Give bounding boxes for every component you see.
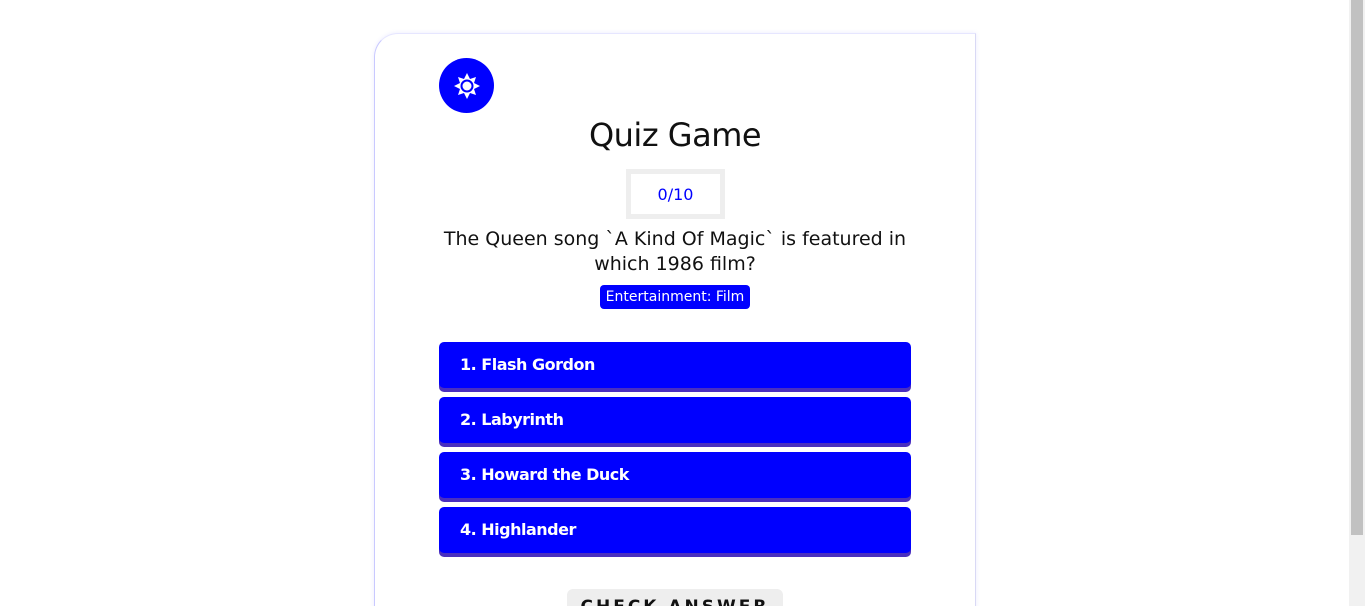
sun-gear-icon	[453, 72, 480, 99]
theme-toggle-button[interactable]	[439, 58, 494, 113]
quiz-card: Quiz Game 0/10 The Queen song `A Kind Of…	[374, 33, 976, 606]
answer-option[interactable]: 2. Labyrinth	[439, 397, 911, 443]
check-answer-button[interactable]: CHECK ANSWER	[567, 589, 783, 606]
viewport: Quiz Game 0/10 The Queen song `A Kind Of…	[0, 0, 1365, 606]
question-text: The Queen song `A Kind Of Magic` is feat…	[443, 228, 907, 275]
answer-option[interactable]: 1. Flash Gordon	[439, 342, 911, 388]
category-wrap: Entertainment: Film	[375, 285, 975, 309]
answer-option[interactable]: 4. Highlander	[439, 507, 911, 553]
scrollbar-thumb[interactable]	[1351, 0, 1363, 535]
page-title: Quiz Game	[588, 116, 762, 154]
answer-option[interactable]: 3. Howard the Duck	[439, 452, 911, 498]
answer-options: 1. Flash Gordon 2. Labyrinth 3. Howard t…	[439, 342, 911, 562]
category-badge: Entertainment: Film	[599, 285, 751, 309]
score-counter: 0/10	[626, 169, 725, 219]
vertical-scrollbar[interactable]	[1349, 0, 1365, 606]
